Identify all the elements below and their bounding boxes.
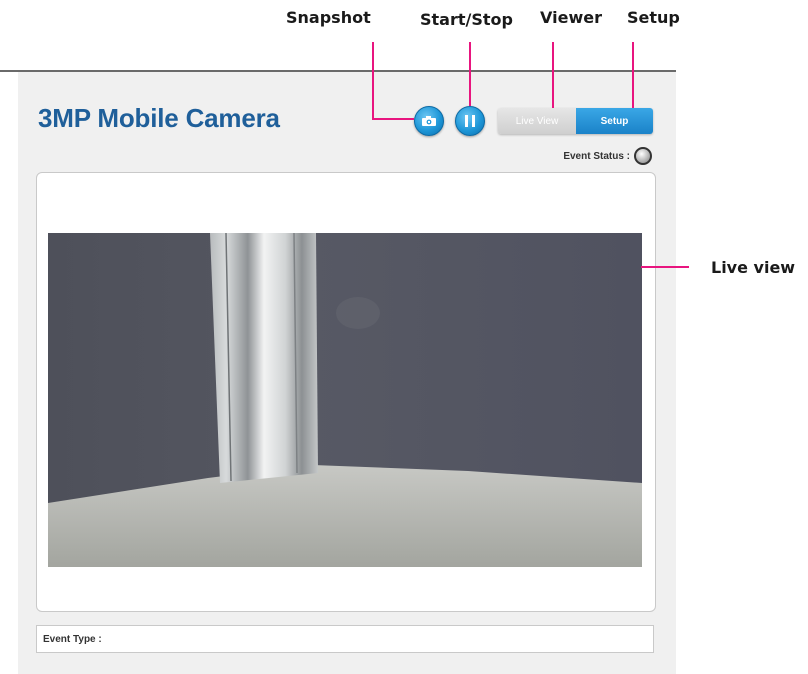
callout-live-view-label: Live view [711,258,796,277]
viewer-panel [36,172,656,612]
callout-start-stop-label: Start/Stop [420,10,513,29]
event-status: Event Status : [563,147,652,165]
event-status-label: Event Status : [563,150,630,162]
callout-snapshot-line-v [372,42,374,120]
camera-web-ui: 3MP Mobile Camera Live View Setup Event … [18,72,676,674]
callout-viewer-label: Viewer [540,8,602,27]
live-video-frame [48,233,642,567]
event-type-bar: Event Type : [36,625,654,653]
callout-live-view-line [641,266,689,268]
callout-snapshot-label: Snapshot [286,8,371,27]
pause-icon [465,115,475,127]
setup-tab[interactable]: Setup [576,108,653,134]
camera-icon [422,116,436,126]
start-stop-button[interactable] [455,106,485,136]
live-view-tab[interactable]: Live View [498,108,576,134]
page-title: 3MP Mobile Camera [38,103,280,133]
callout-start-stop-line [469,42,471,106]
callout-setup-label: Setup [627,8,680,27]
callout-viewer-line [552,42,554,108]
event-type-label: Event Type : [43,633,102,645]
event-status-indicator-icon [634,147,652,165]
view-mode-toggle: Live View Setup [498,108,653,134]
snapshot-button[interactable] [414,106,444,136]
live-view-video[interactable] [48,233,642,567]
callout-snapshot-line-h [372,118,414,120]
callout-setup-line [632,42,634,108]
